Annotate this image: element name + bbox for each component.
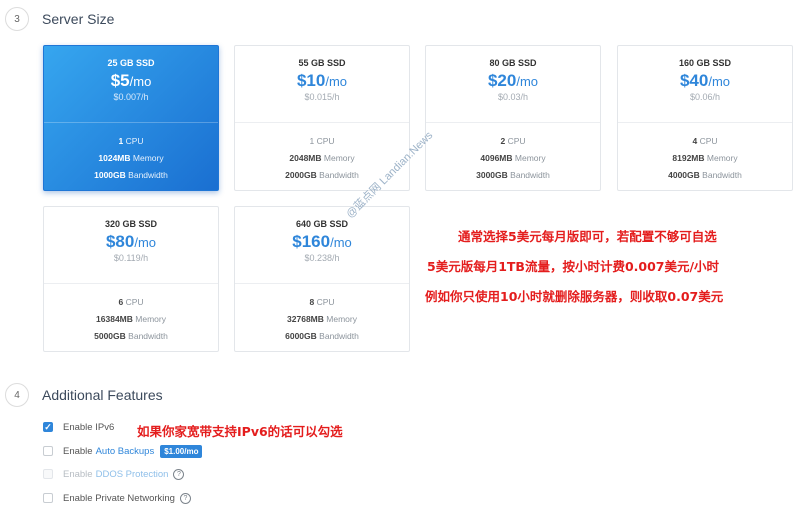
plan-bandwidth: 4000GB Bandwidth	[668, 170, 742, 180]
annotation-line-3: 例如你只使用10小时就删除服务器，则收取0.07美元	[425, 289, 724, 304]
plan-ssd: 160 GB SSD	[678, 58, 732, 68]
step-number-3: 3	[5, 7, 29, 31]
plan-hourly-price: $0.007/h	[113, 92, 149, 102]
question-circle-icon[interactable]: ?	[179, 492, 191, 504]
ipv6-label: Enable IPv6	[63, 421, 115, 433]
plan-cpu: 8 CPU	[309, 297, 335, 307]
plan-card-320gb[interactable]: 320 GB SSD $80/mo $0.119/h 6 CPU 16384MB…	[43, 206, 219, 352]
plan-cpu: 1 CPU	[309, 136, 335, 146]
annotation-line-1: 通常选择5美元每月版即可，若配置不够可自选	[458, 229, 717, 244]
question-circle-icon[interactable]: ?	[173, 468, 185, 480]
plan-memory: 1024MB Memory	[98, 153, 164, 163]
plan-bandwidth: 1000GB Bandwidth	[94, 170, 168, 180]
feature-ddos-protection: Enable DDOS Protection ?	[43, 467, 185, 481]
auto-backups-prefix: Enable	[63, 445, 93, 457]
plan-ssd: 640 GB SSD	[295, 219, 349, 229]
plan-ssd: 55 GB SSD	[298, 58, 346, 68]
plan-memory: 4096MB Memory	[480, 153, 546, 163]
plan-card-640gb[interactable]: 640 GB SSD $160/mo $0.238/h 8 CPU 32768M…	[234, 206, 410, 352]
feature-enable-ipv6[interactable]: Enable IPv6	[43, 420, 114, 434]
plan-price: $20/mo	[487, 71, 539, 90]
feature-private-networking[interactable]: Enable Private Networking ?	[43, 491, 191, 505]
plan-hourly-price: $0.119/h	[113, 253, 149, 263]
step-number-4: 4	[5, 383, 29, 407]
ddos-checkbox	[43, 469, 53, 479]
plan-hourly-price: $0.238/h	[304, 253, 340, 263]
plan-memory: 2048MB Memory	[289, 153, 355, 163]
plan-ssd: 320 GB SSD	[104, 219, 158, 229]
section-title-additional-features: Additional Features	[42, 387, 163, 403]
plan-memory: 8192MB Memory	[672, 153, 738, 163]
auto-backups-price-badge: $1.00/mo	[160, 444, 203, 458]
plan-cpu: 1 CPU	[118, 136, 144, 146]
plan-cpu: 2 CPU	[500, 136, 526, 146]
plan-ssd: 25 GB SSD	[107, 58, 155, 68]
plan-memory: 16384MB Memory	[96, 314, 166, 324]
plan-ssd: 80 GB SSD	[489, 58, 537, 68]
private-networking-checkbox[interactable]	[43, 493, 53, 503]
plan-price: $160/mo	[292, 232, 352, 251]
plan-bandwidth: 5000GB Bandwidth	[94, 331, 168, 341]
auto-backups-link[interactable]: Auto Backups	[96, 446, 155, 457]
plan-hourly-price: $0.03/h	[497, 92, 529, 102]
plan-card-80gb[interactable]: 80 GB SSD $20/mo $0.03/h 2 CPU 4096MB Me…	[425, 45, 601, 191]
auto-backups-checkbox[interactable]	[43, 446, 53, 456]
ddos-prefix: Enable	[63, 468, 93, 480]
plan-memory: 32768MB Memory	[287, 314, 357, 324]
plan-price: $80/mo	[105, 232, 157, 251]
plan-hourly-price: $0.015/h	[304, 92, 340, 102]
plan-card-160gb[interactable]: 160 GB SSD $40/mo $0.06/h 4 CPU 8192MB M…	[617, 45, 793, 191]
plan-hourly-price: $0.06/h	[689, 92, 721, 102]
private-networking-label: Enable Private Networking	[63, 492, 175, 504]
plan-card-25gb[interactable]: 25 GB SSD $5/mo $0.007/h 1 CPU 1024MB Me…	[43, 45, 219, 191]
feature-auto-backups[interactable]: Enable Auto Backups $1.00/mo	[43, 444, 203, 458]
plan-price: $5/mo	[110, 71, 152, 90]
annotation-line-2: 5美元版每月1TB流量，按小时计费0.007美元/小时	[427, 259, 720, 274]
annotation-ipv6: 如果你家宽带支持IPv6的话可以勾选	[137, 424, 343, 439]
plan-cpu: 4 CPU	[692, 136, 718, 146]
plan-bandwidth: 3000GB Bandwidth	[476, 170, 550, 180]
ddos-link[interactable]: DDOS Protection	[96, 469, 169, 480]
plan-bandwidth: 6000GB Bandwidth	[285, 331, 359, 341]
plan-price: $10/mo	[296, 71, 348, 90]
section-title-server-size: Server Size	[42, 11, 115, 27]
plan-price: $40/mo	[679, 71, 731, 90]
plan-cpu: 6 CPU	[118, 297, 144, 307]
ipv6-checkbox[interactable]	[43, 422, 53, 432]
